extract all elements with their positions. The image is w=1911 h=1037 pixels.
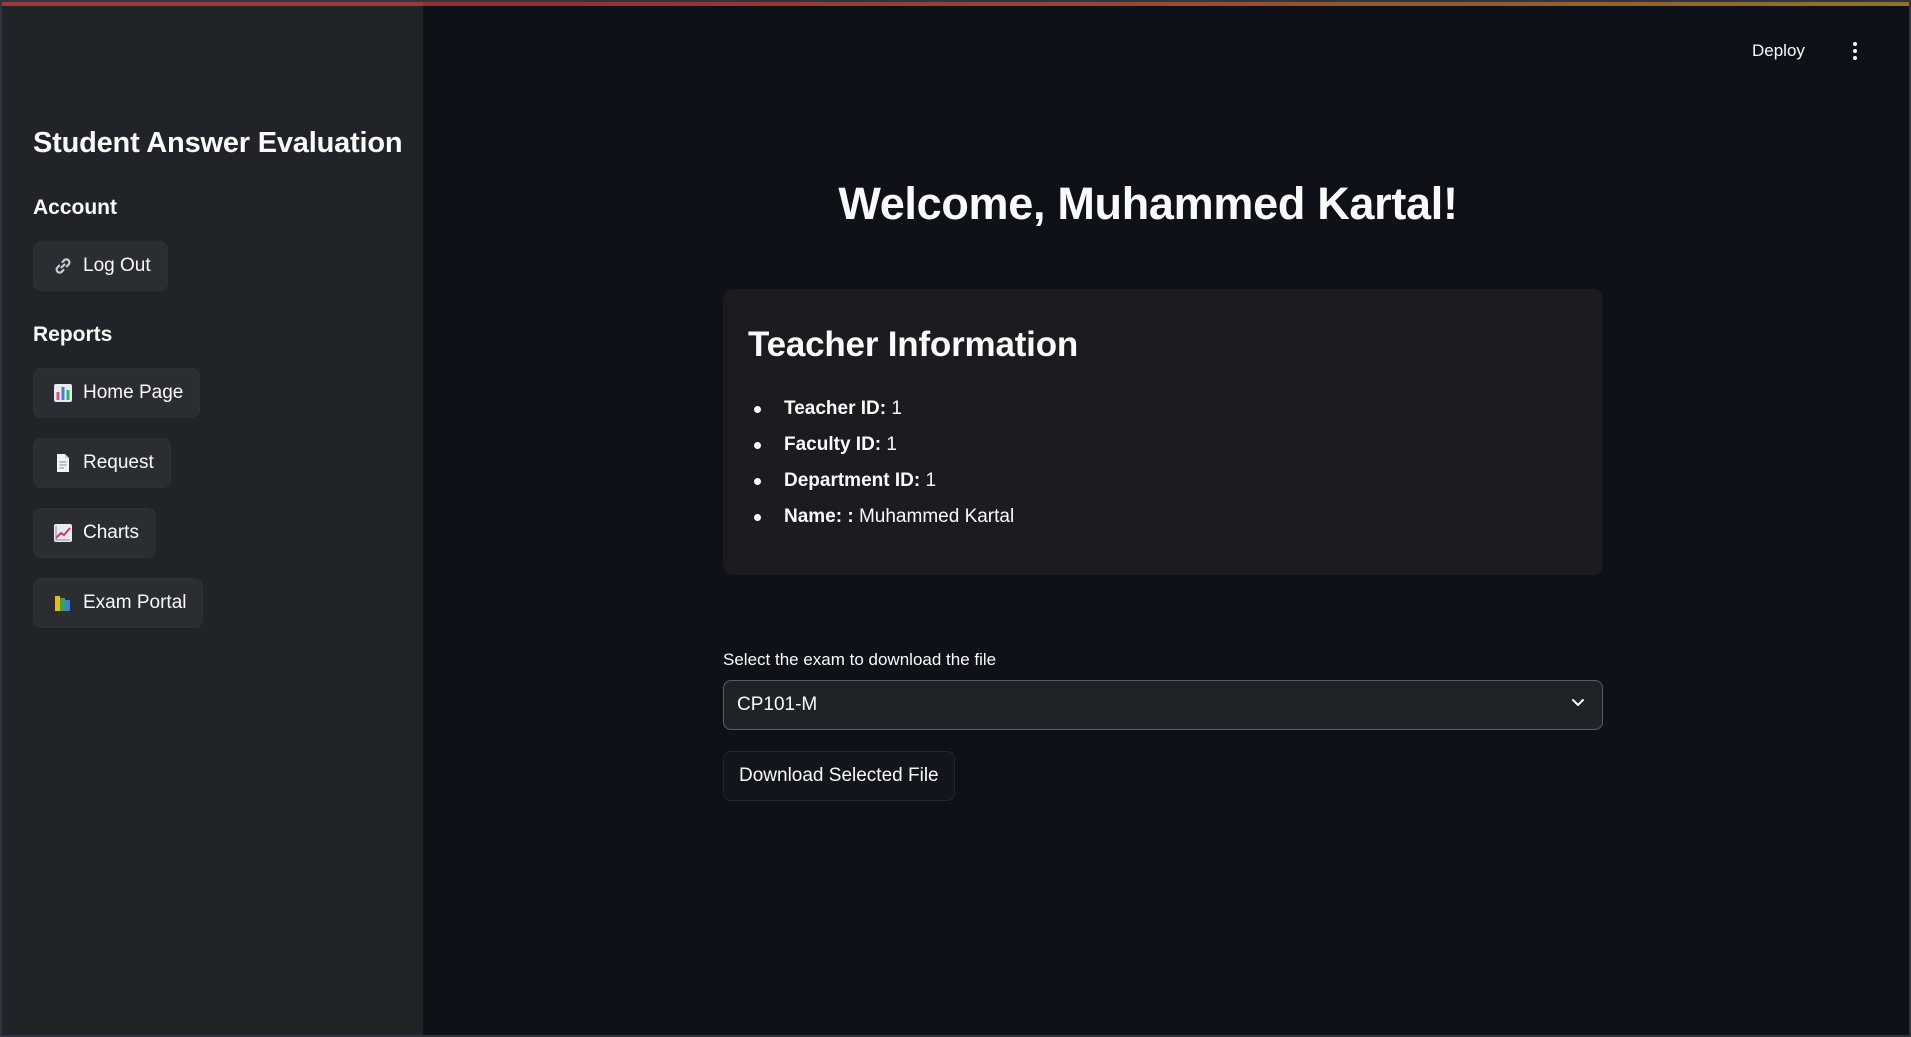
logout-button[interactable]: Log Out bbox=[33, 241, 168, 291]
list-item: Teacher ID: 1 bbox=[748, 391, 1578, 427]
exam-select-label: Select the exam to download the file bbox=[723, 650, 997, 669]
bar-chart-icon bbox=[52, 382, 74, 404]
account-section-label: Account bbox=[33, 196, 117, 219]
exam-select[interactable]: CP101-M bbox=[723, 680, 1603, 730]
page-title: Welcome, Muhammed Kartal! bbox=[838, 178, 1458, 229]
chart-increasing-icon bbox=[52, 522, 74, 544]
deploy-button[interactable]: Deploy bbox=[1752, 36, 1805, 66]
chevron-down-icon bbox=[1570, 694, 1586, 716]
teacher-info-list: Teacher ID: 1 Faculty ID: 1 Department I… bbox=[748, 391, 1578, 535]
field-label: Faculty ID: bbox=[784, 434, 887, 455]
field-label: Department ID: bbox=[784, 470, 926, 491]
field-value: 1 bbox=[886, 434, 897, 455]
field-label: Name: : bbox=[784, 506, 859, 527]
exam-select-value: CP101-M bbox=[737, 694, 818, 715]
sidebar-item-request[interactable]: Request bbox=[33, 438, 171, 488]
field-value: 1 bbox=[925, 470, 937, 491]
sidebar-item-charts[interactable]: Charts bbox=[33, 508, 156, 558]
books-icon bbox=[52, 592, 74, 614]
sidebar-item-label: Home Page bbox=[83, 382, 184, 403]
top-decoration-bar bbox=[0, 0, 1911, 6]
download-selected-file-button[interactable]: Download Selected File bbox=[723, 751, 955, 801]
field-value: Muhammed Kartal bbox=[858, 506, 1015, 527]
sidebar-item-home-page[interactable]: Home Page bbox=[33, 368, 201, 418]
list-item: Faculty ID: 1 bbox=[748, 427, 1578, 463]
sidebar: Student Answer Evaluation Account Log Ou… bbox=[0, 0, 423, 1037]
reports-section-label: Reports bbox=[33, 323, 113, 346]
sidebar-item-label: Charts bbox=[83, 522, 139, 543]
sidebar-item-exam-portal[interactable]: Exam Portal bbox=[33, 578, 204, 628]
link-icon bbox=[52, 255, 74, 277]
sidebar-item-label: Exam Portal bbox=[83, 592, 187, 613]
logout-label: Log Out bbox=[83, 255, 151, 276]
list-item: Department ID: 1 bbox=[748, 463, 1578, 499]
field-label: Teacher ID: bbox=[784, 398, 892, 419]
teacher-info-card: Teacher Information Teacher ID: 1 Facult… bbox=[723, 289, 1603, 575]
app-title: Student Answer Evaluation bbox=[33, 127, 403, 159]
main-menu-icon[interactable] bbox=[1844, 36, 1866, 66]
sidebar-item-label: Request bbox=[83, 452, 154, 473]
list-item: Name: : Muhammed Kartal bbox=[748, 499, 1578, 535]
card-title: Teacher Information bbox=[748, 325, 1079, 364]
page-icon bbox=[52, 452, 74, 474]
field-value: 1 bbox=[891, 398, 902, 419]
